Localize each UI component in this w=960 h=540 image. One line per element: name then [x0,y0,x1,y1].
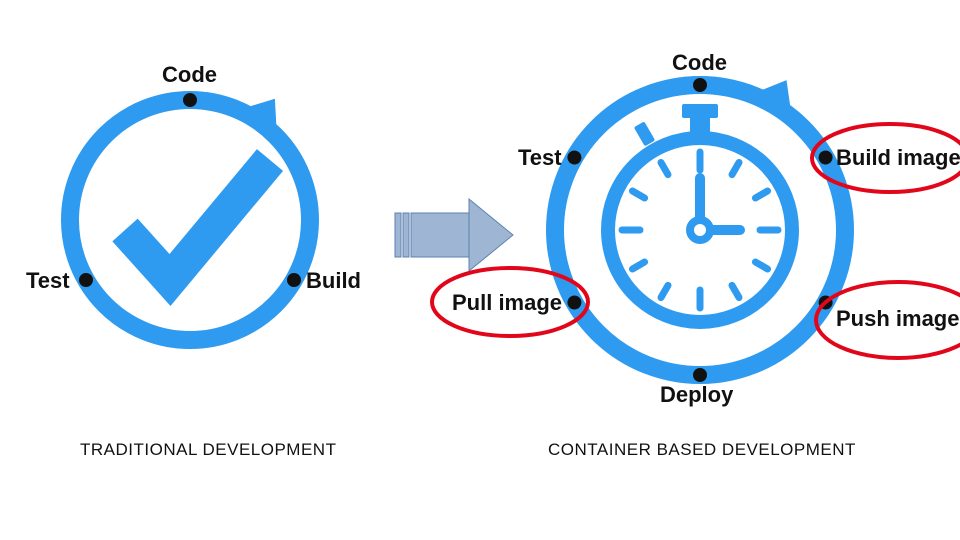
right-node-build-image: Build image [836,145,960,171]
right-node-code: Code [672,50,727,76]
right-node-push-image: Push image [836,306,959,332]
right-node-pull-image: Pull image [452,290,562,316]
right-node-test: Test [518,145,562,171]
diagram-root: Code Build Test TRADITIONAL DEVELOPMENT [0,0,960,540]
right-caption: CONTAINER BASED DEVELOPMENT [548,440,856,460]
right-node-deploy: Deploy [660,382,733,408]
stopwatch-icon [608,104,792,322]
